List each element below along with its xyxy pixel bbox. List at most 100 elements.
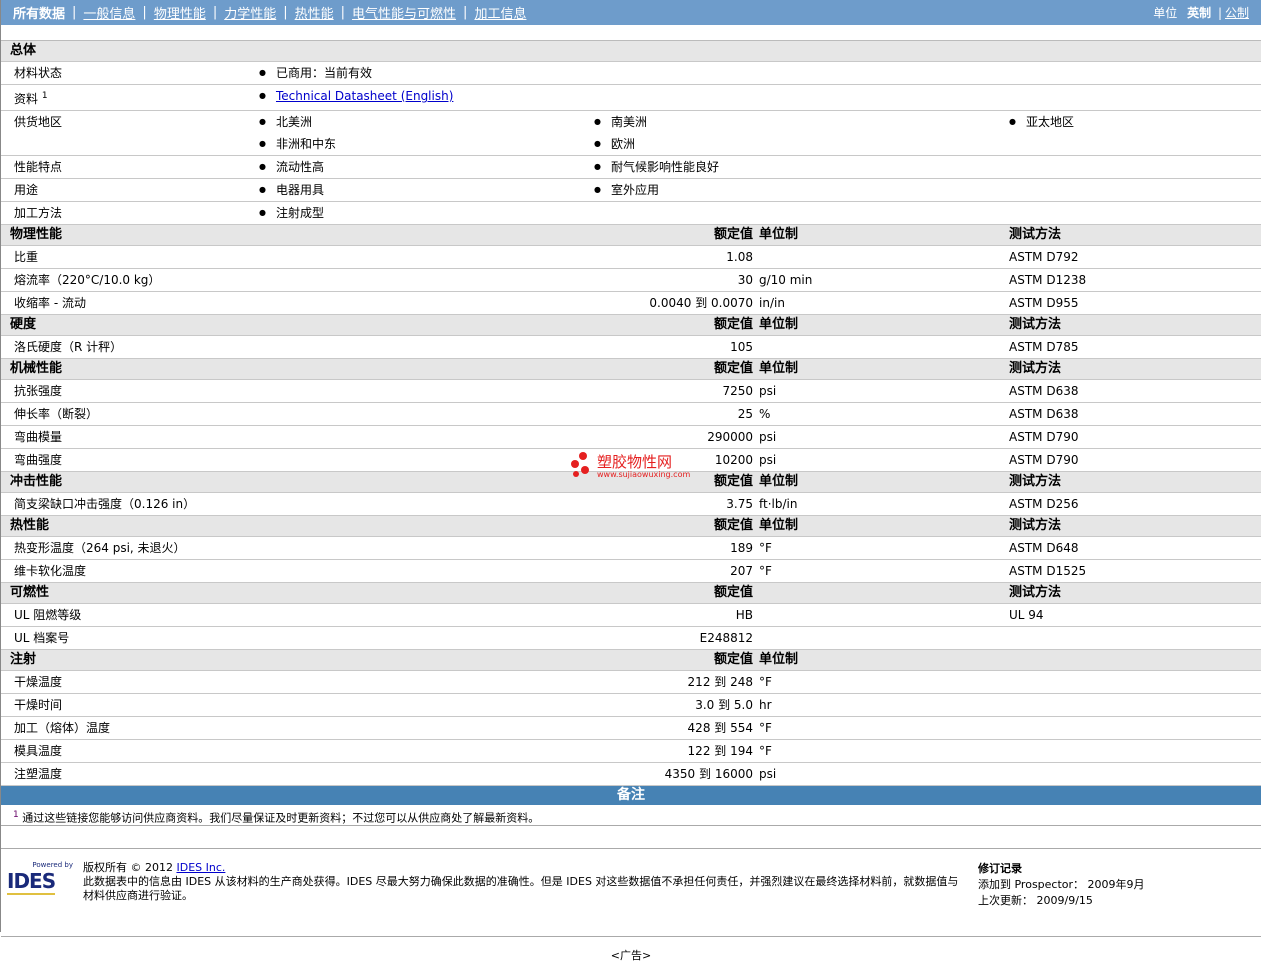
property-value: 189 xyxy=(594,536,759,560)
header-method xyxy=(1009,649,1261,671)
property-value: 3.0 到 5.0 xyxy=(594,693,759,717)
test-method: ASTM D792 xyxy=(1009,245,1261,269)
property-unit: psi xyxy=(759,425,1009,449)
nav-link[interactable]: 电气性能与可燃性 xyxy=(352,3,456,22)
section-title: 物理性能 xyxy=(1,224,594,246)
section-header: 机械性能 额定值 单位制 测试方法 xyxy=(1,358,1261,380)
property-label: 弯曲模量 xyxy=(1,425,594,449)
property-label: 简支梁缺口冲击强度（0.126 in） xyxy=(1,492,594,516)
test-method xyxy=(1009,716,1261,740)
footer: Powered by IDES 版权所有 © 2012 IDES Inc. 此数据… xyxy=(1,849,1261,937)
test-method xyxy=(1009,693,1261,717)
test-method xyxy=(1009,762,1261,786)
property-unit: °F xyxy=(759,716,1009,740)
unit-metric[interactable]: 公制 xyxy=(1225,6,1249,20)
list-item: 耐气候影响性能良好 xyxy=(594,156,1009,178)
test-method xyxy=(1009,739,1261,763)
row-label: 用途 xyxy=(1,178,259,202)
property-unit: g/10 min xyxy=(759,268,1009,292)
table-row: 注塑温度 4350 到 16000 psi xyxy=(1,762,1261,786)
property-value: 25 xyxy=(594,402,759,426)
nav-link[interactable]: 热性能 xyxy=(295,3,334,22)
section-title: 冲击性能 xyxy=(1,471,594,493)
nav-link[interactable]: 加工信息 xyxy=(474,3,526,22)
footnote-ref: 1 xyxy=(41,91,48,101)
row-label: 资料 1 xyxy=(1,84,259,111)
list-item: 非洲和中东 xyxy=(259,133,594,155)
header-method: 测试方法 xyxy=(1009,515,1261,537)
header-method: 测试方法 xyxy=(1009,358,1261,380)
property-label: 干燥时间 xyxy=(1,693,594,717)
header-unit: 单位制 xyxy=(759,649,1009,671)
table-row: UL 阻燃等级 HB UL 94 xyxy=(1,603,1261,627)
header-value: 额定值 xyxy=(594,515,759,537)
header-value: 额定值 xyxy=(594,649,759,671)
table-row: 简支梁缺口冲击强度（0.126 in） 3.75 ft·lb/in ASTM D256 xyxy=(1,492,1261,516)
property-label: UL 档案号 xyxy=(1,626,594,650)
ides-link[interactable]: IDES Inc. xyxy=(176,861,225,874)
added-date: 添加到 Prospector： 2009年9月 xyxy=(978,878,1145,891)
list-item: 南美洲 xyxy=(594,111,1009,133)
section-title: 热性能 xyxy=(1,515,594,537)
property-unit xyxy=(759,626,1009,650)
unit-switch: 单位 英制 | 公制 xyxy=(1153,6,1249,20)
section-title: 可燃性 xyxy=(1,582,594,604)
property-label: 弯曲强度 xyxy=(1,448,594,472)
list-item: 北美洲 xyxy=(259,111,594,133)
list-item: 亚太地区 xyxy=(1009,111,1261,133)
header-method: 测试方法 xyxy=(1009,471,1261,493)
test-method: ASTM D1238 xyxy=(1009,268,1261,292)
test-method: ASTM D1525 xyxy=(1009,559,1261,583)
section-header: 总体 xyxy=(1,40,1261,62)
header-value: 额定值 xyxy=(594,224,759,246)
property-unit: psi xyxy=(759,379,1009,403)
property-unit: °F xyxy=(759,536,1009,560)
note-sup: 1 xyxy=(13,810,19,820)
ad-placeholder: <广告> xyxy=(610,949,652,962)
table-row: 热变形温度（264 psi, 未退火） 189 °F ASTM D648 xyxy=(1,536,1261,560)
property-unit xyxy=(759,335,1009,359)
table-row: 比重 1.08 ASTM D792 xyxy=(1,245,1261,269)
watermark-logo: 塑胶物性网 www.sujiaowuxing.com xyxy=(569,452,690,480)
nav-link[interactable]: 力学性能 xyxy=(224,3,276,22)
test-method: ASTM D638 xyxy=(1009,402,1261,426)
header-unit: 单位制 xyxy=(759,314,1009,336)
section-header: 注射 额定值 单位制 xyxy=(1,649,1261,671)
list-item: 已商用：当前有效 xyxy=(259,62,594,84)
property-unit: % xyxy=(759,402,1009,426)
property-label: 加工（熔体）温度 xyxy=(1,716,594,740)
property-label: 热变形温度（264 psi, 未退火） xyxy=(1,536,594,560)
row-label: 加工方法 xyxy=(1,201,259,225)
table-row: 资料 1 Technical Datasheet (English) xyxy=(1,84,1261,111)
datasheet-link[interactable]: Technical Datasheet (English) xyxy=(276,89,453,103)
header-method: 测试方法 xyxy=(1009,224,1261,246)
header-value: 额定值 xyxy=(594,582,759,604)
header-value: 额定值 xyxy=(594,358,759,380)
section-header: 物理性能 额定值 单位制 测试方法 xyxy=(1,224,1261,246)
nav-link[interactable]: 物理性能 xyxy=(154,3,206,22)
table-row: 干燥温度 212 到 248 °F xyxy=(1,670,1261,694)
nav-link[interactable]: 一般信息 xyxy=(83,3,135,22)
property-value: 290000 xyxy=(594,425,759,449)
property-unit: °F xyxy=(759,739,1009,763)
property-unit: psi xyxy=(759,448,1009,472)
property-value: 4350 到 16000 xyxy=(594,762,759,786)
property-value: 428 到 554 xyxy=(594,716,759,740)
ides-logo[interactable]: Powered by IDES xyxy=(7,861,73,936)
table-row: 供货地区北美洲非洲和中东南美洲欧洲亚太地区 xyxy=(1,110,1261,156)
property-label: 熔流率（220°C/10.0 kg） xyxy=(1,268,594,292)
note-1: 1 通过这些链接您能够访问供应商资料。我们尽量保证及时更新资料；不过您可以从供应… xyxy=(1,805,1261,826)
property-label: 比重 xyxy=(1,245,594,269)
disclaimer: 此数据表中的信息由 IDES 从该材料的生产商处获得。IDES 尽最大努力确保此… xyxy=(83,875,959,902)
header-unit: 单位制 xyxy=(759,471,1009,493)
property-value: 3.75 xyxy=(594,492,759,516)
nav-all-data[interactable]: 所有数据 xyxy=(13,3,65,22)
property-unit xyxy=(759,245,1009,269)
header-value: 额定值 xyxy=(594,314,759,336)
test-method: UL 94 xyxy=(1009,603,1261,627)
property-value: 0.0040 到 0.0070 xyxy=(594,291,759,315)
table-row: 材料状态已商用：当前有效 xyxy=(1,61,1261,85)
property-label: 洛氏硬度（R 计秤） xyxy=(1,335,594,359)
test-method: ASTM D790 xyxy=(1009,425,1261,449)
test-method: ASTM D785 xyxy=(1009,335,1261,359)
